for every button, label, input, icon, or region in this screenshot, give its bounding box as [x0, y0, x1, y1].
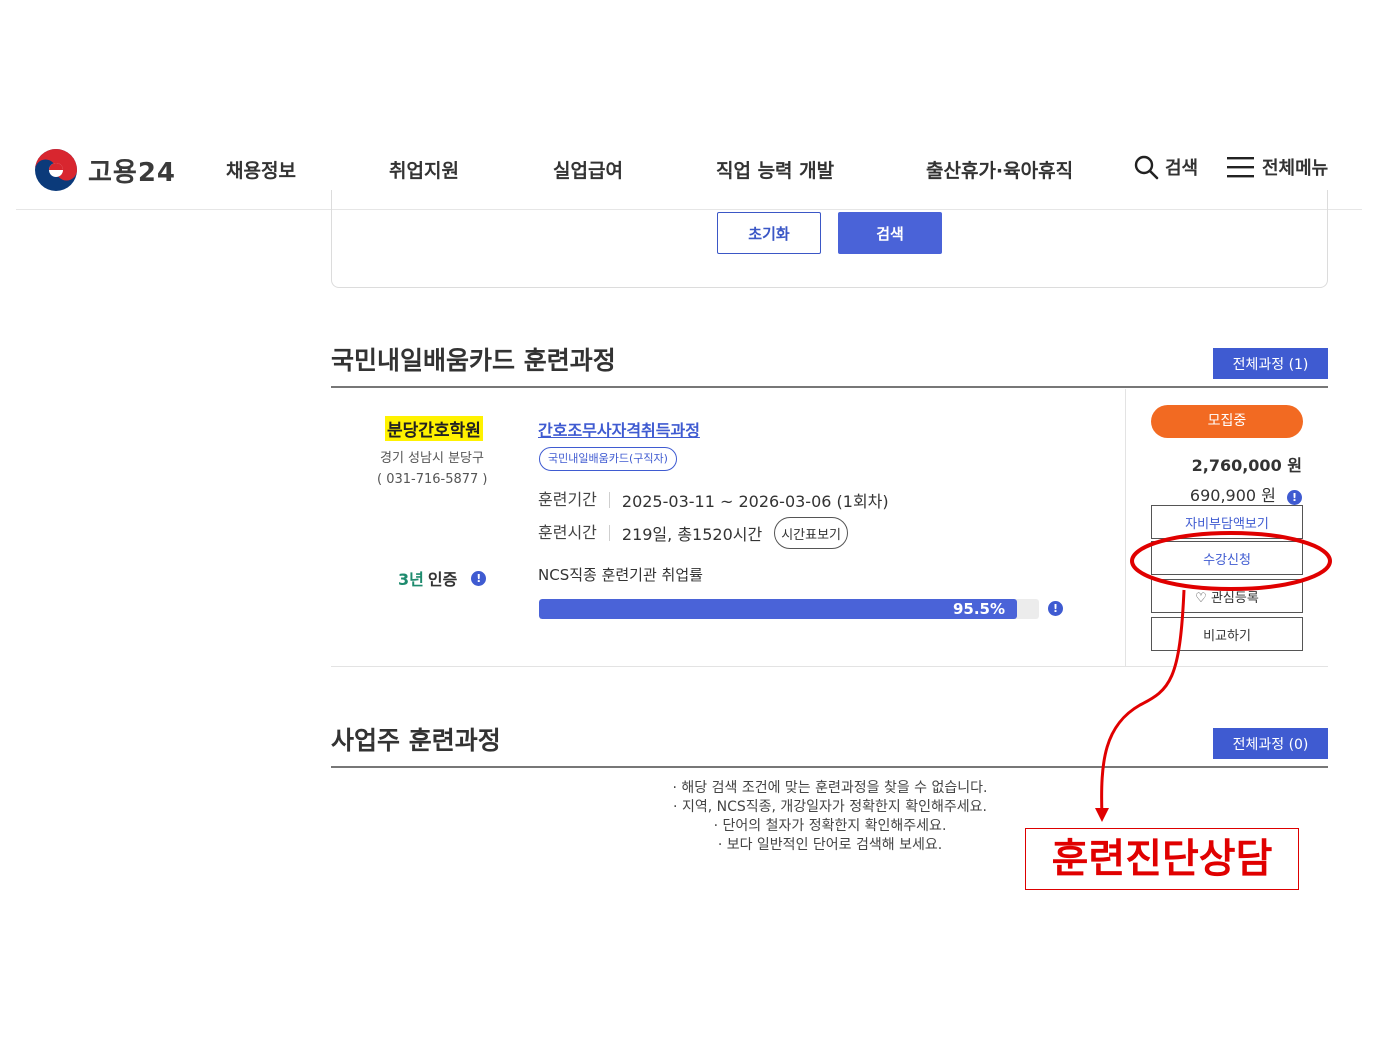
- annotation-label: 훈련진단상담: [1025, 828, 1299, 890]
- arrow-head-icon: [1095, 808, 1109, 822]
- highlight-ellipse: [1130, 531, 1332, 591]
- annotation-arrow-line: [1100, 589, 1186, 817]
